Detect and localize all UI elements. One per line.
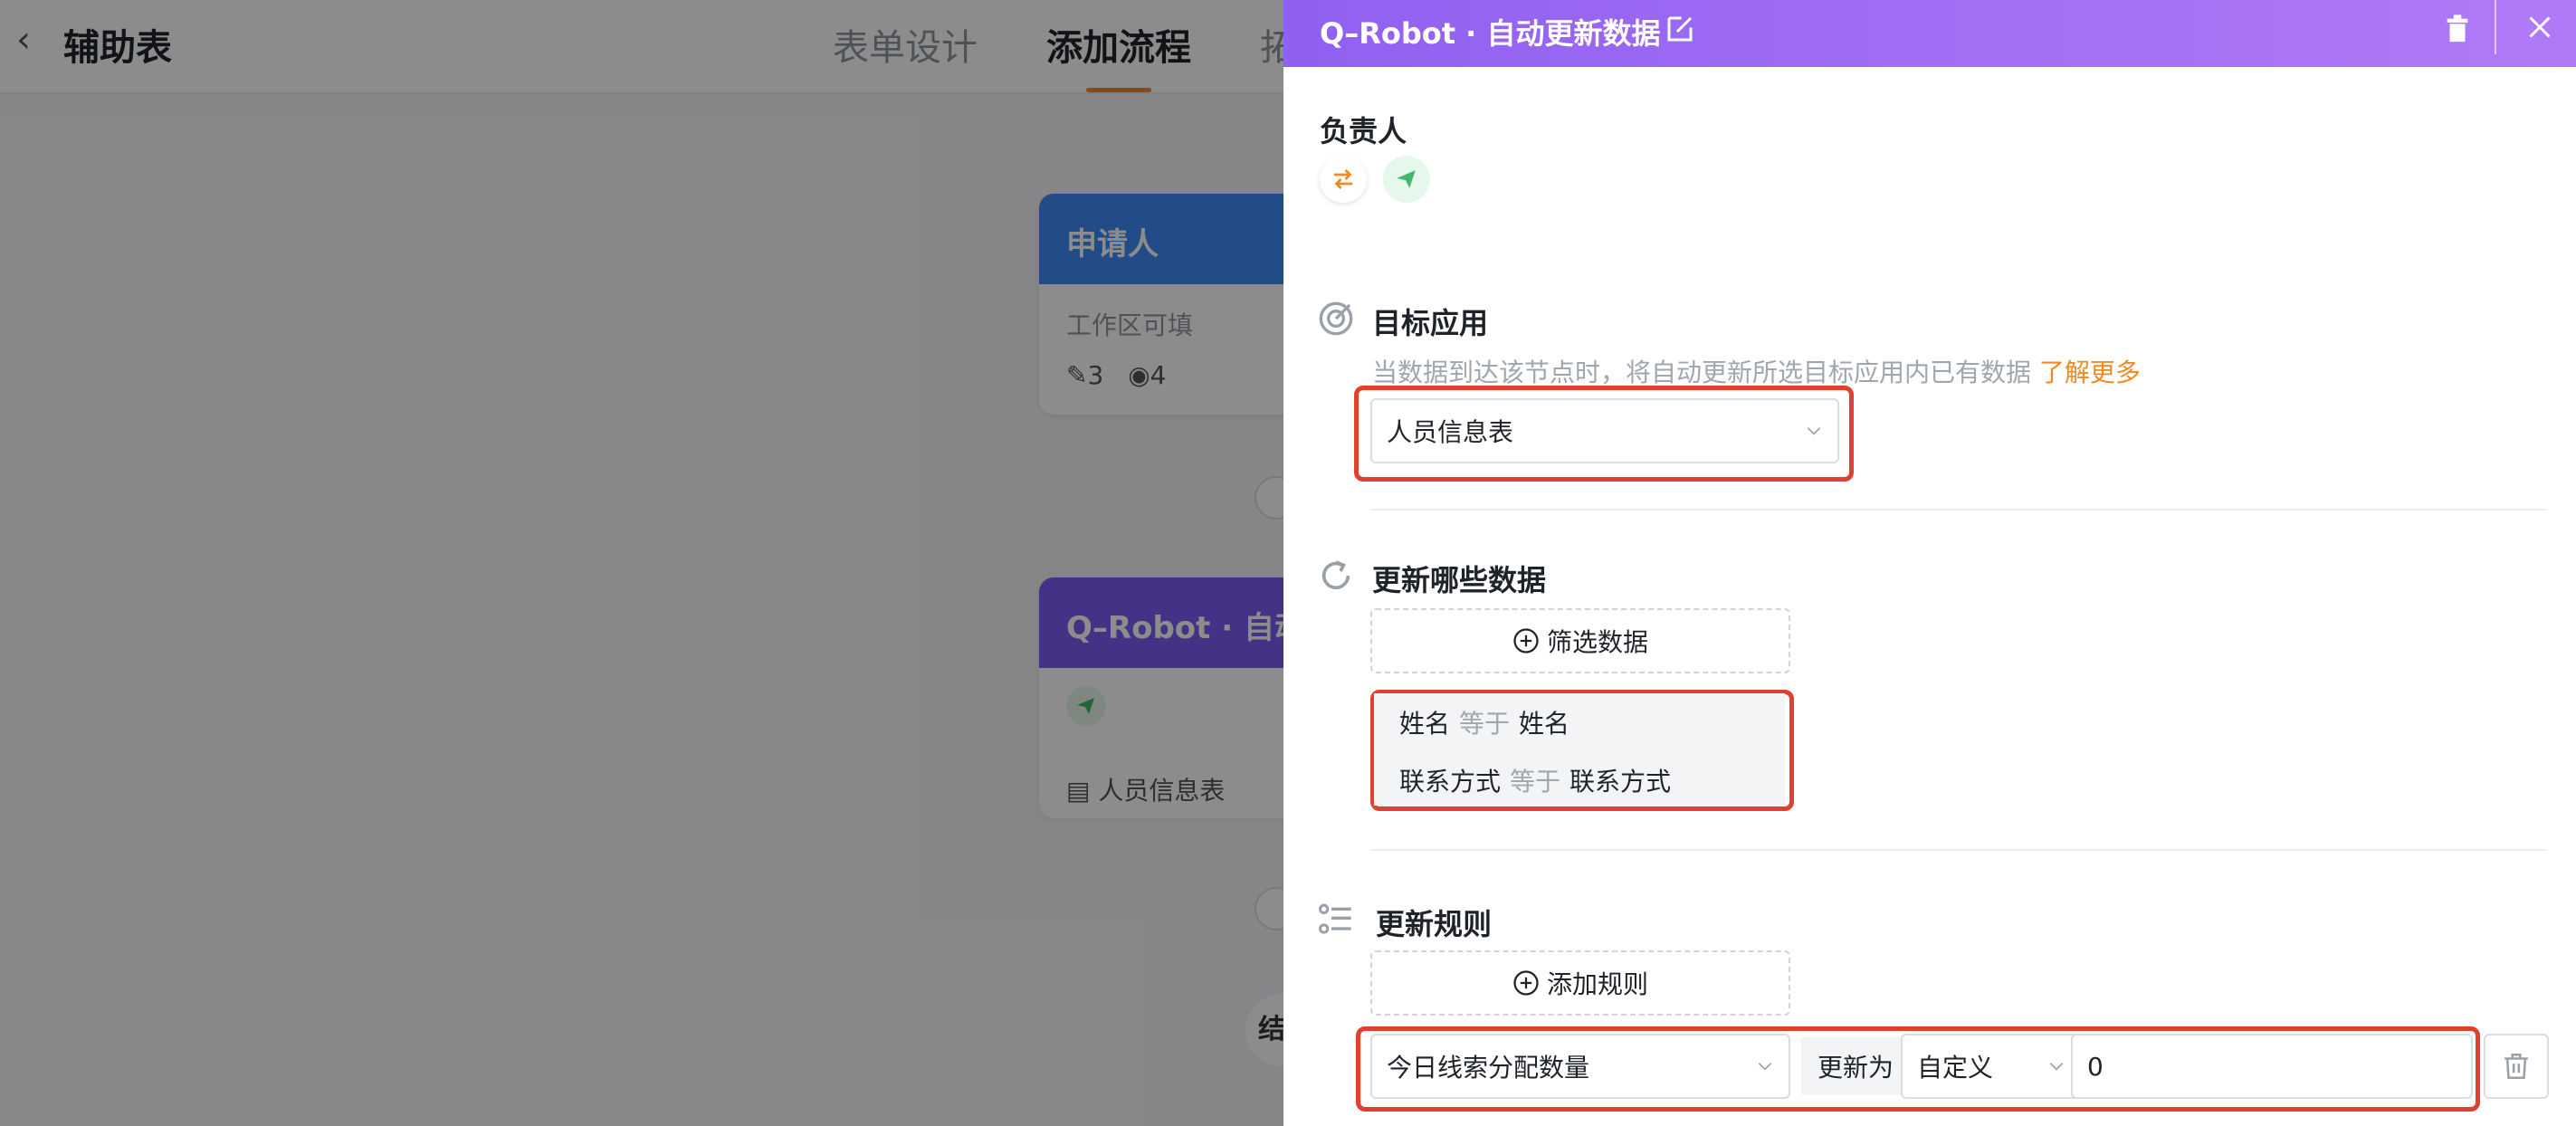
condition-value: 联系方式	[1569, 767, 1672, 797]
learn-more-link[interactable]: 了解更多	[2039, 358, 2141, 387]
trash-icon	[2504, 1053, 2528, 1080]
add-rule-label: 添加规则	[1546, 969, 1648, 999]
condition-operator: 等于	[1510, 767, 1561, 797]
target-app-label: 目标应用	[1372, 306, 1489, 340]
rule-value: 0	[2087, 1051, 2104, 1082]
trash-icon[interactable]	[2442, 13, 2473, 45]
send-icon[interactable]	[1383, 156, 1430, 203]
condition-field: 联系方式	[1399, 767, 1502, 797]
add-rule-button[interactable]: 添加规则	[1370, 950, 1790, 1016]
header-divider	[2495, 0, 2496, 54]
list-icon	[1319, 903, 1351, 934]
rule-mode-select[interactable]: 自定义	[1901, 1034, 2082, 1099]
owner-label: 负责人	[1320, 114, 1407, 148]
switch-icon[interactable]	[1320, 156, 1367, 203]
condition-operator: 等于	[1459, 709, 1511, 739]
target-app-hint: 当数据到达该节点时，将自动更新所选目标应用内已有数据 了解更多	[1372, 353, 2141, 389]
drawer-title: Q–Robot · 自动更新数据	[1320, 16, 1661, 51]
close-icon[interactable]	[2524, 11, 2556, 43]
target-app-value: 人员信息表	[1387, 417, 1514, 447]
condition-field: 姓名	[1399, 709, 1451, 739]
drawer-header: Q–Robot · 自动更新数据	[1283, 0, 2576, 67]
chevron-down-icon	[1807, 427, 1821, 435]
rule-field-value: 今日线索分配数量	[1387, 1053, 1590, 1083]
rule-mode-value: 自定义	[1917, 1053, 1994, 1083]
rule-field-select[interactable]: 今日线索分配数量	[1370, 1034, 1790, 1099]
filter-data-button[interactable]: 筛选数据	[1370, 608, 1790, 673]
plus-circle-icon	[1513, 628, 1539, 654]
filter-condition-row: 联系方式 等于 联系方式	[1399, 762, 1671, 798]
update-data-label: 更新哪些数据	[1372, 563, 1547, 597]
chevron-down-icon	[1758, 1063, 1772, 1071]
filter-data-label: 筛选数据	[1546, 627, 1648, 657]
update-to-tag: 更新为	[1801, 1037, 1910, 1095]
plus-circle-icon	[1513, 970, 1539, 996]
rule-value-input[interactable]: 0	[2071, 1034, 2473, 1099]
target-app-hint-text: 当数据到达该节点时，将自动更新所选目标应用内已有数据	[1372, 358, 2032, 387]
section-divider	[1370, 509, 2547, 511]
filter-condition-row: 姓名 等于 姓名	[1399, 704, 1569, 740]
chevron-down-icon	[2049, 1063, 2064, 1071]
filter-conditions[interactable]: 姓名 等于 姓名 联系方式 等于 联系方式	[1374, 693, 1785, 806]
update-rules-label: 更新规则	[1376, 907, 1493, 941]
delete-rule-button[interactable]	[2484, 1034, 2549, 1099]
target-icon	[1319, 301, 1353, 336]
target-app-select[interactable]: 人员信息表	[1370, 398, 1839, 463]
condition-value: 姓名	[1519, 709, 1570, 739]
refresh-icon	[1321, 560, 1350, 590]
section-divider	[1370, 849, 2547, 851]
edit-icon[interactable]	[1664, 13, 1696, 45]
robot-config-drawer: Q–Robot · 自动更新数据 负责人 目标应用 当数据到达该节点时，将自动更…	[1283, 0, 2576, 1126]
